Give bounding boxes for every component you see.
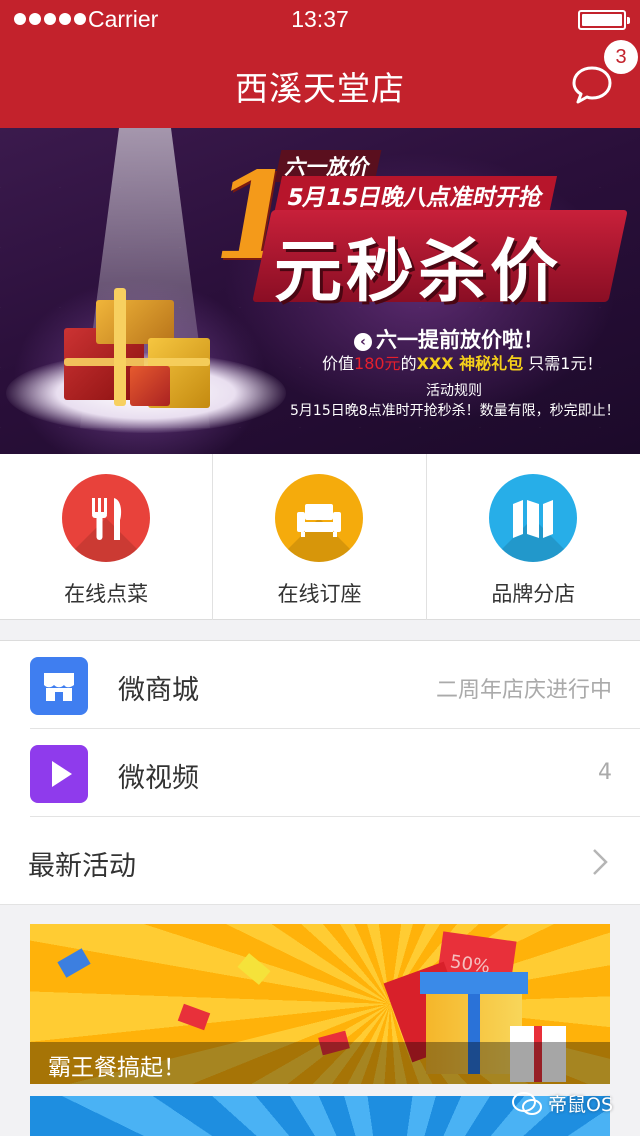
sofa-icon	[297, 504, 342, 537]
play-icon	[30, 745, 88, 803]
list-item-micro-video[interactable]: 微视频 4	[0, 729, 640, 817]
list-item-latest-events[interactable]: 最新活动	[0, 817, 640, 905]
banner-headline-plate: 元秒杀价	[252, 210, 628, 312]
quick-nav-label: 品牌分店	[491, 582, 576, 606]
quick-nav-icon-circle	[275, 474, 364, 562]
quick-nav-branch-stores[interactable]: 品牌分店	[427, 454, 640, 620]
divider	[0, 904, 640, 905]
list-item-count: 4	[598, 760, 612, 785]
fork-knife-icon	[92, 498, 122, 540]
confetti	[57, 948, 91, 978]
watermark-text: 帝鼠OS	[548, 1094, 614, 1116]
list-item-title: 微视频	[118, 763, 199, 794]
watermark: 帝鼠OS	[512, 1090, 613, 1117]
banner-line-2-mid: 的	[400, 354, 417, 373]
status-bar: Carrier 13:37	[0, 0, 640, 40]
quick-nav-icon-circle	[488, 474, 577, 562]
map-icon	[512, 500, 553, 538]
quick-nav-label: 在线点菜	[64, 582, 149, 606]
top-bar: Carrier 13:37 西溪天堂店 3	[0, 0, 640, 128]
page-title: 西溪天堂店	[235, 69, 405, 108]
list-item-status: 二周年店庆进行中	[435, 678, 612, 703]
list-item-title: 最新活动	[28, 851, 136, 882]
promo-caption: 霸王餐搞起！	[48, 1055, 186, 1081]
quick-nav-icon-circle	[62, 474, 150, 562]
menu-list: 微商城 二周年店庆进行中 微视频 4 最新活动	[0, 640, 640, 905]
promo-caption-bar: 霸王餐搞起！	[30, 1042, 610, 1084]
confetti	[177, 1003, 211, 1031]
list-item-micro-mall[interactable]: 微商城 二周年店庆进行中	[0, 641, 640, 729]
quick-nav-label: 在线订座	[277, 582, 362, 606]
banner-rules-text: 5月15日晚8点准时开抢秒杀！数量有限，秒完即止！	[290, 403, 620, 419]
promo-banner[interactable]: 1 六一放价 5月15日晚八点准时开抢 元秒杀价 ‹ 六一提前放价啦！ 价值180…	[0, 128, 640, 454]
status-time: 13:37	[291, 6, 349, 32]
quick-nav: 在线点菜 在线订座 品牌分店	[0, 454, 640, 620]
promo-card-free-meal[interactable]: 50% 霸王餐搞起！	[30, 924, 610, 1084]
back-arrow-icon: ‹	[354, 333, 372, 351]
banner-line-2-prefix: 价值	[322, 354, 355, 373]
banner-headline: 元秒杀价	[273, 233, 562, 312]
confetti	[237, 953, 271, 985]
banner-rules-title: 活动规则	[426, 383, 482, 399]
banner-gift-name: XXX 神秘礼包	[416, 354, 524, 373]
banner-tag-time: 5月15日晚八点准时开抢	[273, 176, 558, 214]
banner-line-1-text: 六一提前放价啦！	[376, 328, 544, 352]
wechat-icon	[512, 1091, 542, 1115]
store-icon	[30, 657, 88, 715]
banner-price: 180元	[354, 354, 401, 373]
quick-nav-order-food[interactable]: 在线点菜	[0, 454, 214, 620]
chevron-right-icon	[593, 849, 608, 875]
quick-nav-book-seat[interactable]: 在线订座	[213, 454, 427, 620]
battery-icon	[578, 10, 630, 30]
banner-line-2-suffix: 只需1元！	[523, 354, 603, 373]
banner-line-2: 价值180元的XXX 神秘礼包 只需1元！	[322, 350, 602, 374]
message-count-badge: 3	[604, 40, 638, 74]
list-item-title: 微商城	[118, 675, 199, 706]
